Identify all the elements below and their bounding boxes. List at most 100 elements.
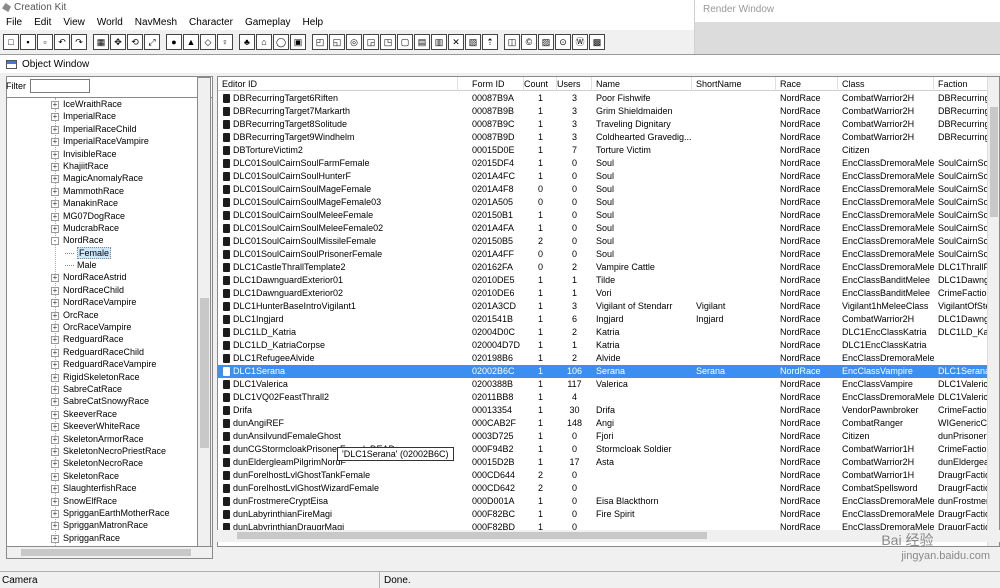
- table-row[interactable]: DBRecurringTarget7Markarth 00087B9B 1 3 Grim…: [218, 105, 999, 118]
- scroll-thumb[interactable]: [21, 549, 191, 556]
- cube2-icon[interactable]: ◱: [329, 34, 345, 50]
- expand-icon[interactable]: +: [51, 224, 59, 233]
- table-row[interactable]: DLC1Valerica 0200388B 1 117 Valerica NordRace…: [218, 378, 999, 391]
- expand-icon[interactable]: +: [51, 497, 59, 506]
- expand-icon[interactable]: +: [51, 324, 59, 333]
- expand-icon[interactable]: +: [51, 509, 59, 518]
- table-row[interactable]: dunCGStormcloakPrisonerFemaleDEAD 000F94B…: [218, 443, 999, 456]
- filter-input[interactable]: [30, 79, 90, 93]
- tree-node[interactable]: + SprigganMatronRace: [7, 519, 212, 531]
- pane-splitter[interactable]: [197, 77, 211, 547]
- expand-icon[interactable]: +: [51, 150, 59, 159]
- table-row[interactable]: dunLabyrinthianFireMagi 000F82BC 1 0 Fire Sp…: [218, 508, 999, 521]
- tree-node[interactable]: + IceWraithRace: [7, 98, 212, 110]
- expand-icon[interactable]: +: [51, 522, 59, 531]
- tree-node[interactable]: + OrcRace: [7, 309, 212, 321]
- render-window[interactable]: Render Window: [694, 0, 1000, 56]
- table-row[interactable]: DLC1RefugeeAlvide 020198B6 1 2 Alvide NordRac…: [218, 352, 999, 365]
- table-row[interactable]: DLC1DawnguardExterior02 02010DE6 1 1 Vori Nor…: [218, 287, 999, 300]
- tree-node[interactable]: + RedguardRace: [7, 333, 212, 345]
- scroll-thumb[interactable]: [990, 107, 998, 217]
- tree-node[interactable]: + SnowElfRace: [7, 495, 212, 507]
- tree-node[interactable]: + NordRaceChild: [7, 284, 212, 296]
- expand-icon[interactable]: +: [51, 472, 59, 481]
- paper3-icon[interactable]: ▧: [465, 34, 481, 50]
- tree-node[interactable]: + ImperialRace: [7, 110, 212, 122]
- expand-icon[interactable]: +: [51, 485, 59, 494]
- column-header-users[interactable]: Users: [557, 77, 592, 91]
- tree-node[interactable]: + RigidSkeletonRace: [7, 371, 212, 383]
- expand-icon[interactable]: +: [51, 101, 59, 109]
- column-header-name[interactable]: Name: [592, 77, 692, 91]
- table-row[interactable]: dunForelhostLvlGhostTankFemale 000CD644 2 0…: [218, 469, 999, 482]
- move-icon[interactable]: ✥: [110, 34, 126, 50]
- expand-icon[interactable]: +: [51, 113, 59, 122]
- table-row[interactable]: DBTortureVictim2 00015D0E 1 7 Torture Victim…: [218, 144, 999, 157]
- expand-icon[interactable]: +: [51, 299, 59, 308]
- expand-icon[interactable]: +: [51, 175, 59, 184]
- tree-node[interactable]: - NordRace: [7, 234, 212, 246]
- table-row[interactable]: DLC1DawnguardExterior01 02010DE5 1 1 Tilde No…: [218, 274, 999, 287]
- menu-view[interactable]: View: [57, 15, 91, 30]
- column-header-form-id[interactable]: Form ID: [458, 77, 524, 91]
- expand-icon[interactable]: +: [51, 398, 59, 407]
- table-row[interactable]: dunAngiREF 000CAB2F 1 148 Angi NordRace Combat…: [218, 417, 999, 430]
- tree-node[interactable]: + SabreCatRace: [7, 383, 212, 395]
- redo-icon[interactable]: ↷: [71, 34, 87, 50]
- c-icon[interactable]: ©: [521, 34, 537, 50]
- table-row[interactable]: DLC1CastleThrallTemplate2 020162FA 0 2 Vampi…: [218, 261, 999, 274]
- table-row[interactable]: DLC01SoulCairnSoulMageFemale 0201A4F8 0 0 So…: [218, 183, 999, 196]
- table-row[interactable]: DLC1Ingjard 0201541B 1 6 Ingjard Ingjard NordR…: [218, 313, 999, 326]
- expand-icon[interactable]: +: [51, 534, 59, 543]
- column-header-race[interactable]: Race: [776, 77, 838, 91]
- cube4-icon[interactable]: ◳: [380, 34, 396, 50]
- menu-edit[interactable]: Edit: [28, 15, 57, 30]
- table-row[interactable]: DLC01SoulCairnSoulPrisonerFemale 0201A4FF…: [218, 248, 999, 261]
- tree-node[interactable]: + MG07DogRace: [7, 210, 212, 222]
- table-row[interactable]: DLC01SoulCairnSoulMageFemale03 0201A505 0 0…: [218, 196, 999, 209]
- expand-icon[interactable]: +: [51, 447, 59, 456]
- column-header-count[interactable]: Count: [524, 77, 557, 91]
- landscape-icon[interactable]: ▲: [183, 34, 199, 50]
- circle2-icon[interactable]: ⊙: [555, 34, 571, 50]
- select-icon[interactable]: ▦: [93, 34, 109, 50]
- table-row[interactable]: DBRecurringTarget8Solitude 00087B9C 1 3 Trav…: [218, 118, 999, 131]
- menu-help[interactable]: Help: [297, 15, 330, 30]
- tree-node[interactable]: + ManakinRace: [7, 197, 212, 209]
- navmesh-icon[interactable]: ◇: [200, 34, 216, 50]
- tree-node[interactable]: + SkeeverRace: [7, 408, 212, 420]
- tree-node[interactable]: Female: [7, 246, 212, 259]
- undo-icon[interactable]: ↶: [54, 34, 70, 50]
- arrow-icon[interactable]: ⇡: [482, 34, 498, 50]
- circle-icon[interactable]: ◎: [346, 34, 362, 50]
- tree-node[interactable]: + OrcRaceVampire: [7, 321, 212, 333]
- expand-icon[interactable]: +: [51, 348, 59, 357]
- collapse-icon[interactable]: -: [51, 237, 59, 246]
- menu-character[interactable]: Character: [183, 15, 239, 30]
- table-row[interactable]: DBRecurringTarget9Windhelm 00087B9D 1 3 Cold…: [218, 131, 999, 144]
- expand-icon[interactable]: +: [51, 212, 59, 221]
- cell-icon[interactable]: ▣: [290, 34, 306, 50]
- tree-node[interactable]: + SkeletonArmorRace: [7, 433, 212, 445]
- tree-node[interactable]: + ImperialRaceChild: [7, 123, 212, 135]
- scroll-thumb[interactable]: [237, 532, 707, 539]
- table-row[interactable]: Drifa 00013354 1 30 Drifa NordRace VendorPawnb…: [218, 404, 999, 417]
- open-icon[interactable]: ▫: [37, 34, 53, 50]
- expand-icon[interactable]: +: [51, 311, 59, 320]
- expand-icon[interactable]: +: [51, 274, 59, 283]
- cube3-icon[interactable]: ◲: [363, 34, 379, 50]
- rotate-icon[interactable]: ⟲: [127, 34, 143, 50]
- expand-icon[interactable]: +: [51, 125, 59, 134]
- frame-icon[interactable]: ▢: [397, 34, 413, 50]
- expand-icon[interactable]: +: [51, 361, 59, 370]
- table-row[interactable]: dunEldergleamPilgrimNordF 00015D2B 1 17 Asta…: [218, 456, 999, 469]
- tree-node[interactable]: + SkeletonNecroPriestRace: [7, 445, 212, 457]
- expand-icon[interactable]: +: [51, 435, 59, 444]
- menu-navmesh[interactable]: NavMesh: [129, 15, 183, 30]
- menu-gameplay[interactable]: Gameplay: [239, 15, 297, 30]
- expand-icon[interactable]: +: [51, 138, 59, 147]
- tree-node[interactable]: + ImperialRaceVampire: [7, 135, 212, 147]
- tree-node[interactable]: + MudcrabRace: [7, 222, 212, 234]
- table-row[interactable]: DLC1VQ02FeastThrall2 02011BB8 1 4 NordRace En…: [218, 391, 999, 404]
- expand-icon[interactable]: +: [51, 385, 59, 394]
